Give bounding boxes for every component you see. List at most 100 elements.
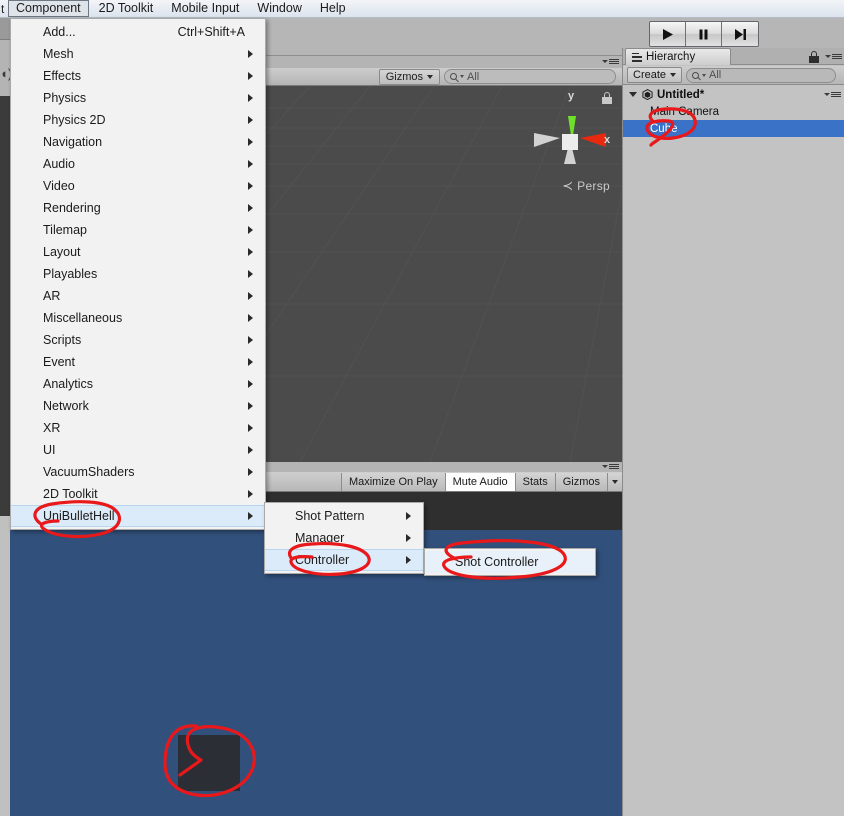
menu-item-physics-2d[interactable]: Physics 2D <box>11 109 265 131</box>
hierarchy-icon <box>632 52 642 62</box>
scene-gizmos-dropdown[interactable]: Gizmos <box>378 68 440 85</box>
chevron-down-icon[interactable] <box>629 92 637 97</box>
menu-bar-truncated-item[interactable]: t <box>0 2 8 16</box>
step-button[interactable] <box>722 22 758 46</box>
menu-item-event[interactable]: Event <box>11 351 265 373</box>
menu-item-analytics[interactable]: Analytics <box>11 373 265 395</box>
game-gizmos-dropdown[interactable] <box>607 472 622 491</box>
left-dark-edge <box>0 96 10 516</box>
left-panel-edge: ◖)) <box>0 18 10 516</box>
menu-item-network[interactable]: Network <box>11 395 265 417</box>
menu-item-miscellaneous[interactable]: Miscellaneous <box>11 307 265 329</box>
chevron-right-icon <box>248 358 253 366</box>
menu-item-shortcut: Ctrl+Shift+A <box>177 25 245 39</box>
hierarchy-panel: Hierarchy Create All Untitled* Main Came… <box>622 48 844 816</box>
menu-item-controller[interactable]: Controller <box>265 549 423 571</box>
menu-item-label: Physics <box>43 91 87 105</box>
chevron-right-icon <box>248 314 253 322</box>
menu-item-label: Rendering <box>43 201 101 215</box>
hamburger-icon <box>832 54 842 59</box>
menu-item-label: AR <box>43 289 61 303</box>
menu-item-label: UniBulletHell <box>43 509 115 523</box>
tab-hierarchy[interactable]: Hierarchy <box>625 48 731 65</box>
menu-item-video[interactable]: Video <box>11 175 265 197</box>
menu-component[interactable]: Component <box>8 0 89 17</box>
menu-item-2d-toolkit[interactable]: 2D Toolkit <box>11 483 265 505</box>
menu-item-label: Analytics <box>43 377 94 391</box>
menu-item-shot-pattern[interactable]: Shot Pattern <box>265 505 423 527</box>
menu-item-effects[interactable]: Effects <box>11 65 265 87</box>
menu-item-scripts[interactable]: Scripts <box>11 329 265 351</box>
hierarchy-search-input[interactable]: All <box>686 67 837 83</box>
game-cube-object <box>178 735 240 791</box>
hierarchy-lock-icon[interactable] <box>809 51 819 63</box>
unibullethell-submenu: Shot Pattern Manager Controller <box>264 502 424 574</box>
chevron-right-icon <box>248 72 253 80</box>
chevron-right-icon <box>248 336 253 344</box>
chevron-right-icon <box>248 94 253 102</box>
menu-item-add[interactable]: Add... Ctrl+Shift+A <box>11 21 265 43</box>
projection-mode: Persp <box>577 179 610 193</box>
scene-name-label: Untitled* <box>657 88 705 101</box>
menu-item-label: Physics 2D <box>43 113 106 127</box>
menu-item-shot-controller[interactable]: Shot Controller <box>425 551 595 573</box>
mute-audio-label: Mute Audio <box>452 475 508 488</box>
menu-item-manager[interactable]: Manager <box>265 527 423 549</box>
play-icon <box>663 28 673 40</box>
chevron-right-icon <box>248 446 253 454</box>
scene-panel-menu-button[interactable] <box>602 57 619 66</box>
menu-item-playables[interactable]: Playables <box>11 263 265 285</box>
menu-item-xr[interactable]: XR <box>11 417 265 439</box>
menu-mobile-input[interactable]: Mobile Input <box>163 0 247 17</box>
hierarchy-row-cube[interactable]: Cube <box>623 120 844 137</box>
menu-item-mesh[interactable]: Mesh <box>11 43 265 65</box>
menu-window[interactable]: Window <box>249 0 309 17</box>
create-button[interactable]: Create <box>627 67 683 83</box>
axis-label-y: y <box>568 90 575 102</box>
menu-item-layout[interactable]: Layout <box>11 241 265 263</box>
pause-icon <box>699 29 708 39</box>
play-button[interactable] <box>650 22 686 46</box>
game-panel-menu-button[interactable] <box>602 462 619 471</box>
hierarchy-panel-menu-button[interactable] <box>825 52 842 61</box>
menu-item-label: Mesh <box>43 47 74 61</box>
scene-search-input[interactable]: All <box>444 69 616 84</box>
menu-item-rendering[interactable]: Rendering <box>11 197 265 219</box>
axis-label-x: x <box>604 134 611 146</box>
menu-help[interactable]: Help <box>312 0 354 17</box>
menu-item-ui[interactable]: UI <box>11 439 265 461</box>
menu-item-label: Playables <box>43 267 98 281</box>
hierarchy-scene-row[interactable]: Untitled* <box>623 86 844 103</box>
main-camera-label: Main Camera <box>650 105 720 118</box>
menu-item-ar[interactable]: AR <box>11 285 265 307</box>
chevron-right-icon <box>248 226 253 234</box>
mute-audio-button[interactable]: Mute Audio <box>444 472 515 491</box>
chevron-right-icon <box>248 292 253 300</box>
menu-2d-toolkit[interactable]: 2D Toolkit <box>91 0 162 17</box>
chevron-right-icon <box>248 182 253 190</box>
chevron-down-icon <box>824 93 830 96</box>
chevron-down-icon <box>602 465 608 468</box>
hierarchy-row-main-camera[interactable]: Main Camera <box>623 103 844 120</box>
menu-item-vacuumshaders[interactable]: VacuumShaders <box>11 461 265 483</box>
scene-search-value: All <box>467 70 480 83</box>
chevron-right-icon <box>248 248 253 256</box>
left-tab-stub[interactable] <box>0 18 10 40</box>
unity-logo-icon <box>642 89 653 100</box>
chevron-right-icon <box>248 424 253 432</box>
menu-item-audio[interactable]: Audio <box>11 153 265 175</box>
transport-controls[interactable] <box>649 21 759 47</box>
stats-button[interactable]: Stats <box>514 472 555 491</box>
menu-item-label: Event <box>43 355 75 369</box>
pause-button[interactable] <box>686 22 722 46</box>
menu-item-tilemap[interactable]: Tilemap <box>11 219 265 241</box>
scene-row-menu-button[interactable] <box>824 90 841 99</box>
maximize-on-play-button[interactable]: Maximize On Play <box>340 472 445 491</box>
game-gizmos-button[interactable]: Gizmos <box>554 472 607 491</box>
menu-item-unibullethell[interactable]: UniBulletHell <box>11 505 265 527</box>
menu-item-physics[interactable]: Physics <box>11 87 265 109</box>
hierarchy-toolbar: Create All <box>623 66 844 85</box>
menu-item-navigation[interactable]: Navigation <box>11 131 265 153</box>
scene-projection-label[interactable]: ≺ Persp <box>562 178 610 194</box>
cube-label: Cube <box>650 122 678 135</box>
